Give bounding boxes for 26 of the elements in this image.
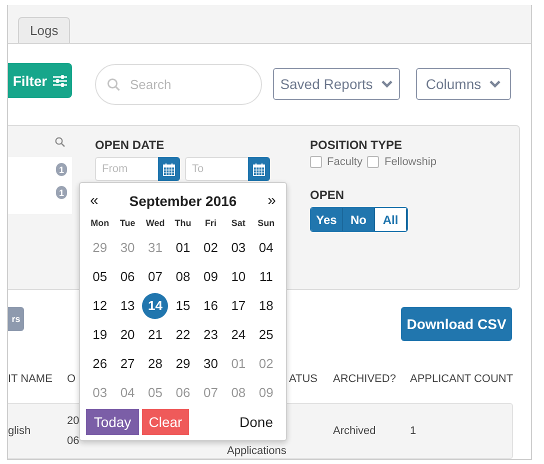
column-header: ARCHIVED?	[333, 373, 396, 385]
column-header: O	[67, 373, 76, 385]
table-cell: 20	[67, 415, 80, 427]
table-cell: glish	[8, 425, 31, 437]
count-badge: 1	[56, 186, 67, 199]
table-cell: 1	[410, 425, 416, 437]
column-header: IT NAME	[8, 373, 52, 385]
column-header: ATUS	[289, 373, 318, 385]
open-label: OPEN	[310, 188, 346, 202]
checkbox-label: Fellowship	[384, 156, 436, 168]
weekday-label: Thu	[174, 218, 192, 228]
open-date-label: OPEN DATE	[95, 138, 166, 152]
table-cell: Archived	[333, 425, 376, 437]
weekday-label: Sun	[258, 218, 275, 228]
weekday-label: Sat	[231, 218, 246, 228]
weekday-label: Mon	[90, 218, 110, 228]
table-cell: 06	[67, 435, 80, 447]
weekday-label: Tue	[120, 218, 136, 228]
weekday-label: Wed	[146, 218, 165, 228]
weekday-label: Fri	[204, 218, 216, 228]
checkbox-label: Faculty	[327, 156, 362, 168]
position-type-label: POSITION TYPE	[310, 138, 404, 152]
month-title: September 2016	[129, 192, 237, 208]
column-header: APPLICANT COUNT	[410, 373, 514, 385]
count-badge: 1	[56, 163, 67, 176]
table-cell: Applications	[227, 445, 286, 457]
